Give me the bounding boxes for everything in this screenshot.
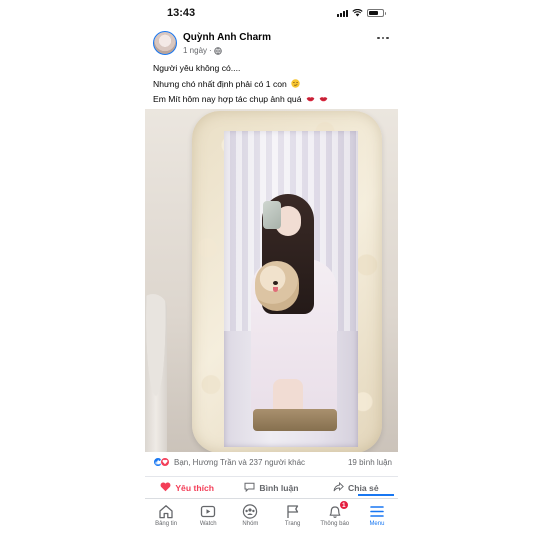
tab-watch[interactable]: Watch: [187, 499, 229, 543]
watch-icon: [200, 504, 216, 519]
reactions-text[interactable]: Bạn, Hương Trần và 237 người khác: [174, 458, 305, 467]
post-meta: 1 ngày ·: [183, 46, 222, 55]
share-underline: [357, 493, 394, 496]
signal-icon: [337, 9, 348, 17]
home-icon: [158, 504, 174, 519]
avatar[interactable]: [153, 31, 177, 55]
share-icon: [333, 481, 344, 494]
post-line-2: Nhưng chó nhất định phải có 1 con: [153, 77, 393, 93]
heart-icon: [160, 482, 171, 494]
globe-icon: [213, 46, 222, 55]
kiss-lips-emoji-icon: [319, 93, 328, 102]
comment-label: Bình luận: [259, 482, 299, 493]
statue: [145, 294, 167, 452]
meta-dot: ·: [209, 46, 212, 55]
wifi-icon: [352, 9, 363, 17]
pages-icon: [285, 504, 301, 519]
reactions-bar[interactable]: Bạn, Hương Trần và 237 người khác 19 bìn…: [145, 454, 398, 472]
post-line-1: Người yêu không có....: [153, 63, 241, 73]
share-label: Chia sẻ: [348, 482, 379, 493]
status-icons: [337, 9, 386, 17]
kiss-lips-emoji-icon: [306, 93, 315, 102]
phone-in-hand: [263, 201, 281, 229]
notification-badge: 1: [338, 500, 349, 510]
status-time: 13:43: [167, 7, 196, 19]
tab-notifications[interactable]: 1 Thông báo: [314, 499, 356, 543]
post-line-3: Em Mít hôm nay hợp tác chụp ảnh quá: [153, 92, 393, 108]
tab-pages-label: Trang: [284, 521, 301, 527]
post-header: Quỳnh Anh Charm 1 ngày ·: [145, 28, 398, 60]
love-label: Yêu thích: [175, 482, 214, 493]
phone-screen: 13:43 Quỳnh Anh Charm 1 ngày · Người yêu…: [145, 0, 398, 543]
tab-groups[interactable]: Nhóm: [229, 499, 271, 543]
love-icon: [160, 457, 170, 467]
post-photo[interactable]: [145, 109, 398, 452]
chair: [253, 409, 337, 431]
tab-menu[interactable]: Menu: [356, 499, 398, 543]
post-time[interactable]: 1 ngày: [183, 46, 207, 55]
groups-icon: [242, 504, 258, 519]
love-button[interactable]: Yêu thích: [145, 482, 229, 494]
actions-row: Yêu thích Bình luận Chia sẻ: [145, 476, 398, 498]
comment-icon: [244, 482, 255, 494]
battery-icon: [367, 9, 386, 17]
tab-home-label: Bảng tin: [155, 521, 178, 527]
more-options-button[interactable]: [376, 34, 390, 42]
tab-menu-label: Menu: [369, 521, 385, 527]
reaction-icons: [153, 457, 170, 467]
post-text: Người yêu không có.... Nhưng chó nhất đị…: [153, 61, 393, 108]
poodle-dog: [255, 261, 299, 311]
menu-icon: [369, 504, 385, 519]
bottom-tab-bar: Bảng tin Watch Nhóm Trang 1 Thông báo Me…: [145, 498, 398, 543]
tab-groups-label: Nhóm: [242, 521, 259, 527]
tab-home[interactable]: Bảng tin: [145, 499, 187, 543]
comment-button[interactable]: Bình luận: [229, 482, 313, 494]
comments-count[interactable]: 19 bình luận: [348, 458, 392, 467]
tab-watch-label: Watch: [199, 521, 217, 527]
author-name[interactable]: Quỳnh Anh Charm: [183, 32, 271, 43]
smirk-emoji-icon: [291, 78, 300, 88]
share-button[interactable]: Chia sẻ: [314, 481, 398, 496]
tab-pages[interactable]: Trang: [272, 499, 314, 543]
tab-notifications-label: Thông báo: [320, 521, 350, 527]
status-bar: 13:43: [145, 0, 398, 26]
